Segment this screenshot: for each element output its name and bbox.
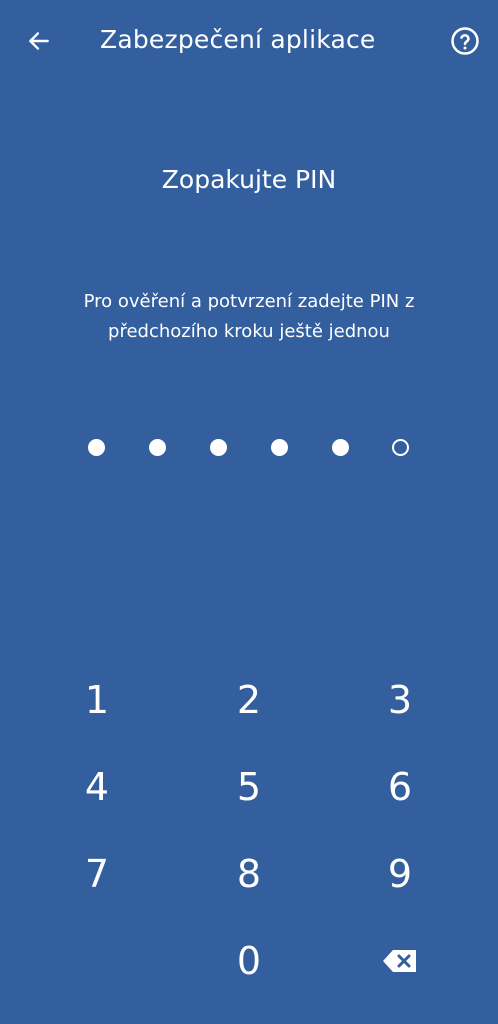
pin-dot	[332, 439, 349, 456]
numeric-keypad: 1 2 3 4 5 6 7 8 9 0	[0, 656, 498, 1006]
pin-dot	[88, 439, 105, 456]
pin-heading: Zopakujte PIN	[161, 165, 337, 194]
key-6[interactable]: 6	[340, 745, 460, 829]
key-4[interactable]: 4	[37, 745, 157, 829]
key-8[interactable]: 8	[189, 832, 309, 916]
key-2[interactable]: 2	[189, 658, 309, 742]
pin-dot	[271, 439, 288, 456]
backspace-button[interactable]	[340, 919, 460, 1003]
backspace-icon	[383, 950, 416, 972]
key-7[interactable]: 7	[37, 832, 157, 916]
page-title: Zabezpečení aplikace	[100, 25, 376, 54]
key-5[interactable]: 5	[189, 745, 309, 829]
pin-dot	[210, 439, 227, 456]
key-1[interactable]: 1	[37, 658, 157, 742]
help-circle-icon	[451, 27, 479, 55]
key-0[interactable]: 0	[189, 919, 309, 1003]
back-button[interactable]	[18, 20, 60, 62]
pin-dot	[149, 439, 166, 456]
pin-indicator	[0, 437, 498, 459]
pin-dot	[392, 439, 409, 456]
key-3[interactable]: 3	[340, 658, 460, 742]
key-9[interactable]: 9	[340, 832, 460, 916]
app-bar: Zabezpečení aplikace	[0, 0, 498, 80]
pin-instruction: Pro ověření a potvrzení zadejte PIN z př…	[83, 291, 415, 342]
help-button[interactable]	[444, 20, 486, 62]
arrow-left-icon	[29, 32, 49, 50]
